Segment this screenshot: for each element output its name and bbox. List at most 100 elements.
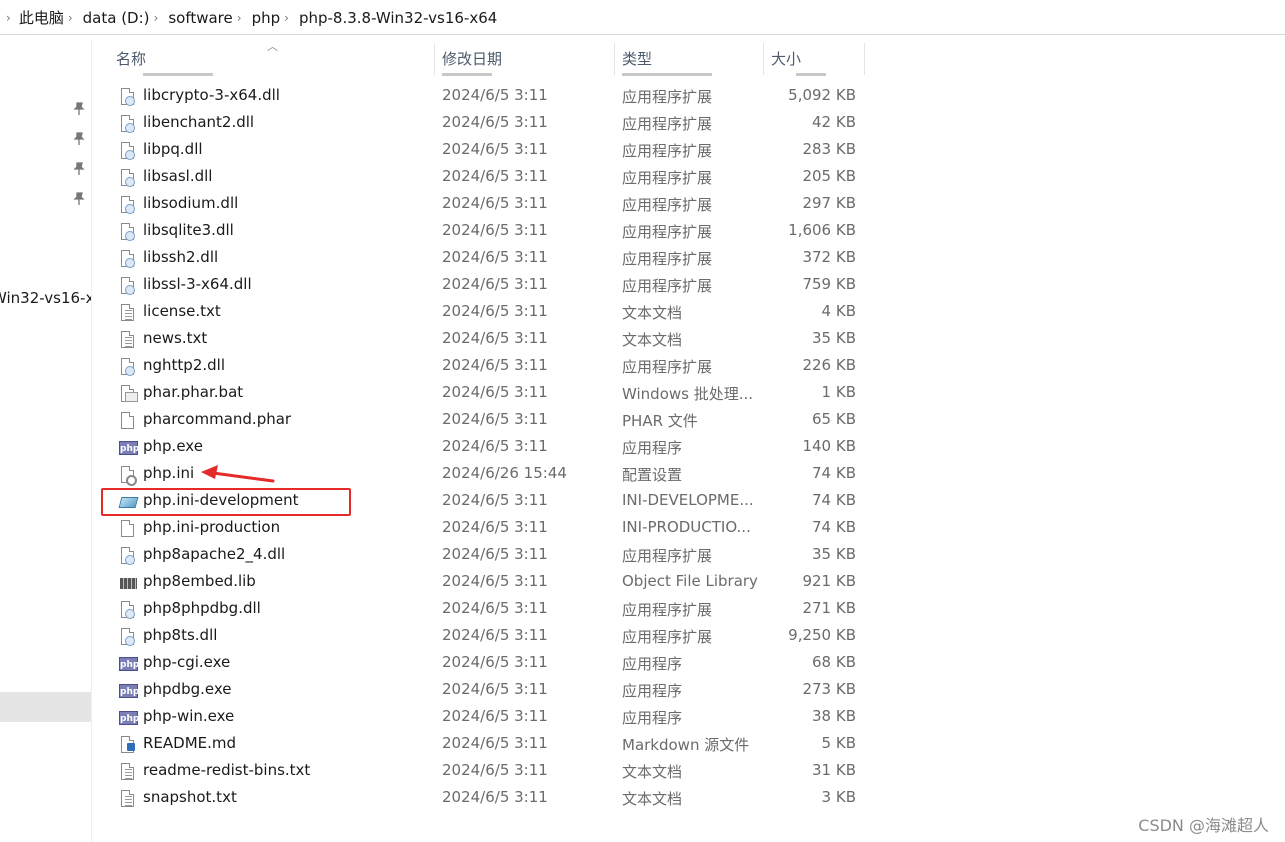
file-date: 2024/6/5 3:11 [442, 329, 548, 347]
file-type: 配置设置 [622, 466, 683, 484]
file-row[interactable]: libsodium.dll 2024/6/5 3:11 应用程序扩展 297 KB [106, 191, 866, 218]
file-date: 2024/6/5 3:11 [442, 518, 548, 536]
dll-icon [118, 141, 138, 161]
file-row[interactable]: nghttp2.dll 2024/6/5 3:11 应用程序扩展 226 KB [106, 353, 866, 380]
file-name: readme-redist-bins.txt [143, 761, 311, 779]
pin-icon [73, 102, 85, 116]
file-name: phar.phar.bat [143, 383, 244, 401]
file-size: 205 KB [802, 167, 856, 185]
file-size: 372 KB [802, 248, 856, 266]
file-type: 应用程序扩展 [622, 628, 713, 646]
file-type: 应用程序扩展 [622, 250, 713, 268]
column-divider[interactable] [864, 43, 865, 75]
file-date: 2024/6/5 3:11 [442, 167, 548, 185]
breadcrumb-chevron-icon[interactable]: › [284, 11, 289, 25]
pane-splitter[interactable] [91, 40, 92, 842]
file-row[interactable]: news.txt 2024/6/5 3:11 文本文档 35 KB [106, 326, 866, 353]
file-row[interactable]: php.ini-production 2024/6/5 3:11 INI-PRODU… [106, 515, 866, 542]
navigation-pane[interactable]: Win32-vs16-x64 [0, 40, 91, 842]
file-name: php8phpdbg.dll [143, 599, 261, 617]
txt-icon [118, 762, 138, 782]
column-header-size[interactable]: 大小 [771, 43, 801, 75]
dll-icon [118, 600, 138, 620]
file-row[interactable]: libssh2.dll 2024/6/5 3:11 应用程序扩展 372 KB [106, 245, 866, 272]
file-size: 759 KB [802, 275, 856, 293]
file-row[interactable]: libpq.dll 2024/6/5 3:11 应用程序扩展 283 KB [106, 137, 866, 164]
file-row[interactable]: phar.phar.bat 2024/6/5 3:11 Windows 批处理...… [106, 380, 866, 407]
file-row[interactable]: php phpdbg.exe 2024/6/5 3:11 应用程序 273 KB [106, 677, 866, 704]
breadcrumb-item[interactable]: data (D:) [83, 9, 150, 27]
annotation-arrow-icon [201, 465, 275, 483]
file-size: 140 KB [802, 437, 856, 455]
file-row[interactable]: license.txt 2024/6/5 3:11 文本文档 4 KB [106, 299, 866, 326]
file-size: 5 KB [821, 734, 856, 752]
file-name: php8apache2_4.dll [143, 545, 286, 563]
breadcrumb-chevron-icon[interactable]: › [154, 11, 159, 25]
file-row[interactable]: php php-cgi.exe 2024/6/5 3:11 应用程序 68 KB [106, 650, 866, 677]
breadcrumb-chevron-icon[interactable]: › [68, 11, 73, 25]
file-type: 应用程序扩展 [622, 223, 713, 241]
breadcrumb-item[interactable]: php-8.3.8-Win32-vs16-x64 [299, 9, 497, 27]
column-divider[interactable] [763, 43, 764, 75]
breadcrumb-item[interactable]: 此电脑 [19, 7, 64, 28]
file-size: 65 KB [812, 410, 856, 428]
file-type: INI-DEVELOPME... [622, 491, 754, 509]
file-size: 921 KB [802, 572, 856, 590]
nav-selected-item[interactable] [0, 692, 91, 722]
breadcrumb-chevron-icon[interactable]: › [237, 11, 242, 25]
file-type: Object File Library [622, 572, 758, 590]
file-row[interactable]: libssl-3-x64.dll 2024/6/5 3:11 应用程序扩展 759 K… [106, 272, 866, 299]
file-row[interactable]: libsqlite3.dll 2024/6/5 3:11 应用程序扩展 1,606 K… [106, 218, 866, 245]
php-exe-icon: php [118, 708, 139, 728]
file-size: 1 KB [821, 383, 856, 401]
file-row[interactable]: php8ts.dll 2024/6/5 3:11 应用程序扩展 9,250 KB [106, 623, 866, 650]
file-date: 2024/6/26 15:44 [442, 464, 567, 482]
file-date: 2024/6/5 3:11 [442, 86, 548, 104]
file-name: php.ini [143, 464, 195, 482]
file-size: 1,606 KB [788, 221, 856, 239]
php-exe-icon: php [118, 681, 139, 701]
file-row[interactable]: snapshot.txt 2024/6/5 3:11 文本文档 3 KB [106, 785, 866, 812]
pin-icon [73, 162, 85, 176]
file-row[interactable]: php8phpdbg.dll 2024/6/5 3:11 应用程序扩展 271 KB [106, 596, 866, 623]
file-name: phpdbg.exe [143, 680, 232, 698]
file-row[interactable]: libcrypto-3-x64.dll 2024/6/5 3:11 应用程序扩展 5,… [106, 83, 866, 110]
file-type: 应用程序 [622, 709, 683, 727]
file-row[interactable]: libenchant2.dll 2024/6/5 3:11 应用程序扩展 42 KB [106, 110, 866, 137]
file-row[interactable]: php8apache2_4.dll 2024/6/5 3:11 应用程序扩展 35 K… [106, 542, 866, 569]
file-row[interactable]: php php.exe 2024/6/5 3:11 应用程序 140 KB [106, 434, 866, 461]
file-row[interactable]: php php-win.exe 2024/6/5 3:11 应用程序 38 KB [106, 704, 866, 731]
dll-icon [118, 627, 138, 647]
file-type: 文本文档 [622, 304, 683, 322]
address-bar[interactable]: › 此电脑 › data (D:) › software › php › php-8.3.8-Wi… [0, 0, 1285, 35]
file-date: 2024/6/5 3:11 [442, 113, 548, 131]
column-header-date[interactable]: 修改日期 [442, 43, 502, 75]
file-size: 35 KB [812, 545, 856, 563]
file-row[interactable]: README.md 2024/6/5 3:11 Markdown 源文件 5 KB [106, 731, 866, 758]
nav-folder-item[interactable]: Win32-vs16-x64 [0, 289, 91, 307]
file-row[interactable]: pharcommand.phar 2024/6/5 3:11 PHAR 文件 65 K… [106, 407, 866, 434]
column-header-type[interactable]: 类型 [622, 43, 652, 75]
file-date: 2024/6/5 3:11 [442, 761, 548, 779]
file-row[interactable]: libsasl.dll 2024/6/5 3:11 应用程序扩展 205 KB [106, 164, 866, 191]
file-row[interactable]: readme-redist-bins.txt 2024/6/5 3:11 文本文档 3… [106, 758, 866, 785]
file-size: 68 KB [812, 653, 856, 671]
column-header-name[interactable]: 名称 [116, 43, 146, 75]
breadcrumb-chevron-icon[interactable]: › [6, 11, 11, 25]
file-date: 2024/6/5 3:11 [442, 680, 548, 698]
breadcrumb-item[interactable]: php [252, 9, 281, 27]
file-date: 2024/6/5 3:11 [442, 275, 548, 293]
file-name: libpq.dll [143, 140, 203, 158]
column-divider[interactable] [614, 43, 615, 75]
file-name: libssl-3-x64.dll [143, 275, 252, 293]
watermark: CSDN @海滩超人 [1138, 816, 1269, 835]
breadcrumb-item[interactable]: software [168, 9, 232, 27]
file-date: 2024/6/5 3:11 [442, 491, 548, 509]
file-name: README.md [143, 734, 237, 752]
column-divider[interactable] [434, 43, 435, 75]
file-type: 文本文档 [622, 790, 683, 808]
file-row[interactable]: php8embed.lib 2024/6/5 3:11 Object File Li… [106, 569, 866, 596]
partial-row [106, 73, 866, 79]
file-size: 74 KB [812, 518, 856, 536]
dll-icon [118, 114, 138, 134]
